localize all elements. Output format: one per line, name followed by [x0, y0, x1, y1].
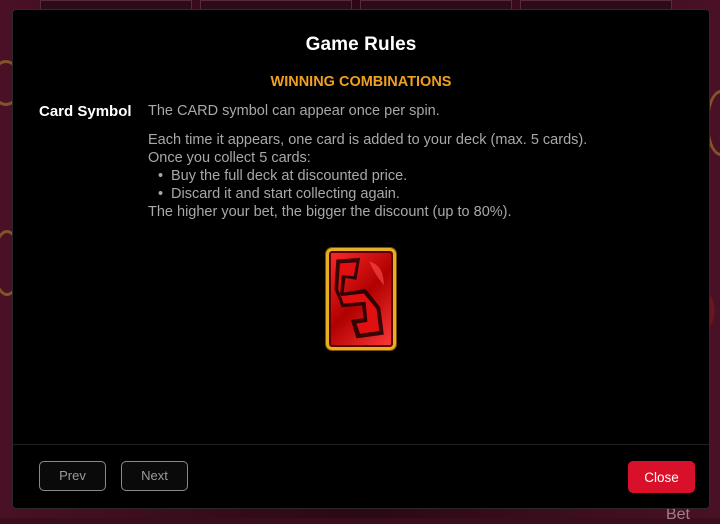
description-line: Once you collect 5 cards:	[148, 150, 311, 166]
description-line: The CARD symbol can appear once per spin…	[148, 103, 440, 119]
description-bullet-list: Buy the full deck at discounted price. D…	[148, 167, 688, 203]
prev-button[interactable]: Prev	[39, 461, 106, 491]
modal-title: Game Rules	[305, 34, 417, 55]
close-button[interactable]: Close	[628, 461, 695, 493]
next-button[interactable]: Next	[121, 461, 188, 491]
card-symbol-icon	[326, 248, 396, 350]
section-title: WINNING COMBINATIONS	[270, 74, 452, 90]
description-line: The higher your bet, the bigger the disc…	[148, 204, 512, 220]
footer-divider	[13, 444, 709, 445]
symbol-description: The CARD symbol can appear once per spin…	[148, 102, 688, 221]
card-symbol-art	[334, 257, 384, 339]
list-item: Discard it and start collecting again.	[148, 185, 688, 203]
game-rules-modal: Game Rules WINNING COMBINATIONS Card Sym…	[12, 9, 710, 509]
description-line: Each time it appears, one card is added …	[148, 132, 588, 148]
symbol-name: Card Symbol	[39, 103, 132, 120]
list-item: Buy the full deck at discounted price.	[148, 167, 688, 185]
